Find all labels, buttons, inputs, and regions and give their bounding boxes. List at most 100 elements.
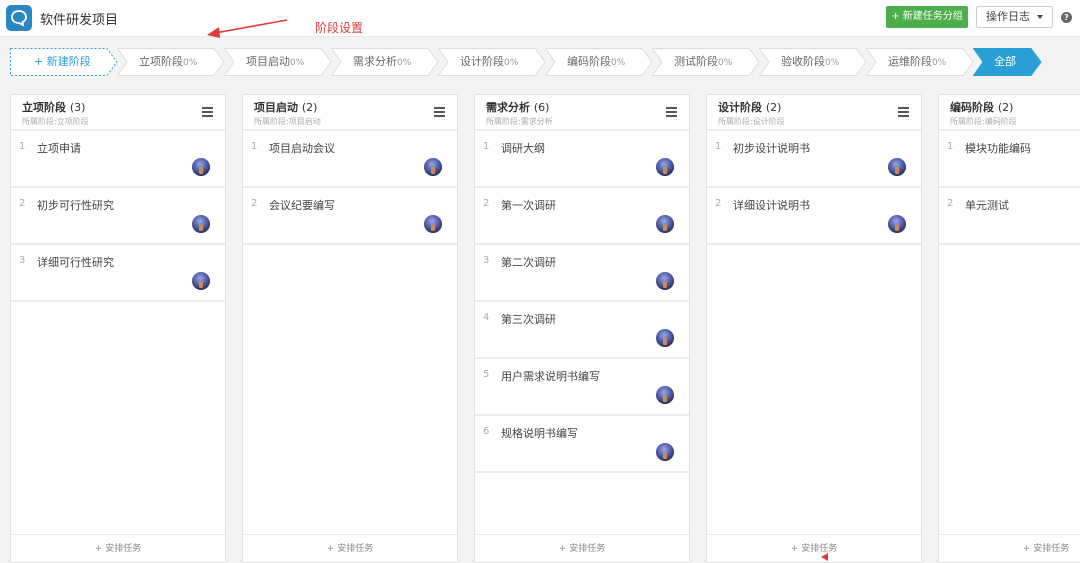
new-task-group-button[interactable]: + 新建任务分组 bbox=[886, 6, 968, 28]
stage-chevron-4[interactable]: 设计阶段0% bbox=[438, 48, 555, 76]
stage-name: 需求分析 bbox=[353, 55, 397, 68]
avatar[interactable] bbox=[656, 386, 674, 404]
column-header: 立项阶段 (3) 所属阶段:立项阶段 bbox=[11, 95, 225, 131]
caret-down-icon bbox=[1037, 15, 1043, 19]
assign-task-button[interactable]: + 安排任务 bbox=[707, 534, 921, 562]
stage-chevron-8[interactable]: 运维阶段0% bbox=[866, 48, 983, 76]
operation-log-label: 操作日志 bbox=[986, 10, 1030, 23]
assign-task-button[interactable]: + 安排任务 bbox=[475, 534, 689, 562]
avatar[interactable] bbox=[192, 272, 210, 290]
stage-progress: 0% bbox=[504, 58, 519, 68]
task-card[interactable]: 1 初步设计说明书 bbox=[707, 131, 921, 188]
stage-chevron-2[interactable]: 项目启动0% bbox=[224, 48, 341, 76]
stage-column: 设计阶段 (2) 所属阶段:设计阶段 1 初步设计说明书 2 详细设计说明书 + 安排任务 bbox=[706, 94, 922, 563]
task-card[interactable]: 1 项目启动会议 bbox=[243, 131, 457, 188]
hamburger-menu-icon[interactable] bbox=[666, 107, 677, 117]
stage-progress: 0% bbox=[183, 58, 198, 68]
task-card[interactable]: 5 用户需求说明书编写 bbox=[475, 359, 689, 416]
avatar[interactable] bbox=[424, 158, 442, 176]
avatar[interactable] bbox=[424, 215, 442, 233]
column-title: 设计阶段 (2) bbox=[718, 99, 781, 115]
task-number: 1 bbox=[483, 141, 490, 152]
stage-chevron-5[interactable]: 编码阶段0% bbox=[545, 48, 662, 76]
stage-name: 编码阶段 bbox=[567, 55, 611, 68]
avatar[interactable] bbox=[656, 158, 674, 176]
avatar[interactable] bbox=[656, 272, 674, 290]
column-count: (2) bbox=[765, 101, 782, 114]
task-card[interactable]: 1 模块功能编码 bbox=[939, 131, 1080, 188]
stage-name: 验收阶段 bbox=[781, 55, 825, 68]
task-card[interactable]: 6 规格说明书编写 bbox=[475, 416, 689, 473]
task-card[interactable]: 2 单元测试 bbox=[939, 188, 1080, 245]
task-title: 会议纪要编写 bbox=[269, 199, 335, 212]
stage-column: 编码阶段 (2) 所属阶段:编码阶段 1 模块功能编码 2 单元测试 + 安排任务 bbox=[938, 94, 1080, 563]
task-number: 3 bbox=[483, 255, 490, 266]
task-title: 初步可行性研究 bbox=[37, 199, 114, 212]
stage-column: 需求分析 (6) 所属阶段:需求分析 1 调研大纲 2 第一次调研 3 第二次调研 4 第三次调研… bbox=[474, 94, 690, 563]
stage-chevron-1[interactable]: 立项阶段0% bbox=[117, 48, 234, 76]
column-count: (6) bbox=[533, 101, 550, 114]
stage-label: 测试阶段0% bbox=[674, 48, 732, 76]
column-subtitle: 所属阶段:需求分析 bbox=[486, 117, 553, 126]
avatar[interactable] bbox=[888, 158, 906, 176]
avatar[interactable] bbox=[888, 215, 906, 233]
new-stage-button[interactable]: + 新建阶段 bbox=[10, 48, 127, 76]
column-subtitle: 所属阶段:立项阶段 bbox=[22, 117, 89, 126]
column-title-text: 编码阶段 bbox=[950, 101, 994, 114]
column-title: 编码阶段 (2) bbox=[950, 99, 1013, 115]
column-header: 编码阶段 (2) 所属阶段:编码阶段 bbox=[939, 95, 1080, 131]
stage-progress: 0% bbox=[611, 58, 626, 68]
stage-all-button[interactable]: 全部 bbox=[973, 48, 1080, 76]
task-number: 4 bbox=[483, 312, 490, 323]
column-count: (2) bbox=[301, 101, 318, 114]
hamburger-menu-icon[interactable] bbox=[202, 107, 213, 117]
stage-chevron-7[interactable]: 验收阶段0% bbox=[759, 48, 876, 76]
stage-name: 立项阶段 bbox=[139, 55, 183, 68]
stage-chevron-3[interactable]: 需求分析0% bbox=[331, 48, 448, 76]
task-card[interactable]: 3 第二次调研 bbox=[475, 245, 689, 302]
hamburger-menu-icon[interactable] bbox=[434, 107, 445, 117]
stage-label: 编码阶段0% bbox=[567, 48, 625, 76]
avatar[interactable] bbox=[656, 215, 674, 233]
new-stage-label: + 新建阶段 bbox=[34, 55, 91, 68]
avatar[interactable] bbox=[656, 443, 674, 461]
task-title: 调研大纲 bbox=[501, 142, 545, 155]
task-card[interactable]: 2 初步可行性研究 bbox=[11, 188, 225, 245]
help-icon[interactable]: ? bbox=[1061, 12, 1072, 23]
stage-column: 立项阶段 (3) 所属阶段:立项阶段 1 立项申请 2 初步可行性研究 3 详细可行性研究 + … bbox=[10, 94, 226, 563]
assign-task-button[interactable]: + 安排任务 bbox=[243, 534, 457, 562]
column-title-text: 立项阶段 bbox=[22, 101, 66, 114]
stage-label: 验收阶段0% bbox=[781, 48, 839, 76]
avatar[interactable] bbox=[656, 329, 674, 347]
task-card[interactable]: 1 立项申请 bbox=[11, 131, 225, 188]
chat-bubble-icon[interactable] bbox=[6, 5, 32, 31]
column-title-text: 设计阶段 bbox=[718, 101, 762, 114]
stage-chevron-6[interactable]: 测试阶段0% bbox=[652, 48, 769, 76]
task-title: 单元测试 bbox=[965, 199, 1009, 212]
operation-log-dropdown[interactable]: 操作日志 bbox=[976, 6, 1053, 28]
avatar[interactable] bbox=[192, 215, 210, 233]
stage-name: 测试阶段 bbox=[674, 55, 718, 68]
task-card[interactable]: 2 会议纪要编写 bbox=[243, 188, 457, 245]
column-count: (3) bbox=[69, 101, 86, 114]
task-card[interactable]: 2 第一次调研 bbox=[475, 188, 689, 245]
stage-all-label: 全部 bbox=[994, 55, 1016, 68]
stage-label: 项目启动0% bbox=[246, 48, 304, 76]
column-title: 项目启动 (2) bbox=[254, 99, 317, 115]
task-board: 立项阶段 (3) 所属阶段:立项阶段 1 立项申请 2 初步可行性研究 3 详细可行性研究 + … bbox=[0, 94, 1080, 563]
task-title: 详细设计说明书 bbox=[733, 199, 810, 212]
task-card[interactable]: 1 调研大纲 bbox=[475, 131, 689, 188]
task-title: 第二次调研 bbox=[501, 256, 556, 269]
hamburger-menu-icon[interactable] bbox=[898, 107, 909, 117]
task-card[interactable]: 3 详细可行性研究 bbox=[11, 245, 225, 302]
avatar[interactable] bbox=[192, 158, 210, 176]
stage-progress: 0% bbox=[825, 58, 840, 68]
task-card[interactable]: 2 详细设计说明书 bbox=[707, 188, 921, 245]
task-card[interactable]: 4 第三次调研 bbox=[475, 302, 689, 359]
task-title: 模块功能编码 bbox=[965, 142, 1031, 155]
assign-task-button[interactable]: + 安排任务 bbox=[11, 534, 225, 562]
column-subtitle: 所属阶段:项目启动 bbox=[254, 117, 321, 126]
stage-name: 项目启动 bbox=[246, 55, 290, 68]
assign-task-button[interactable]: + 安排任务 bbox=[939, 534, 1080, 562]
task-number: 6 bbox=[483, 426, 490, 437]
